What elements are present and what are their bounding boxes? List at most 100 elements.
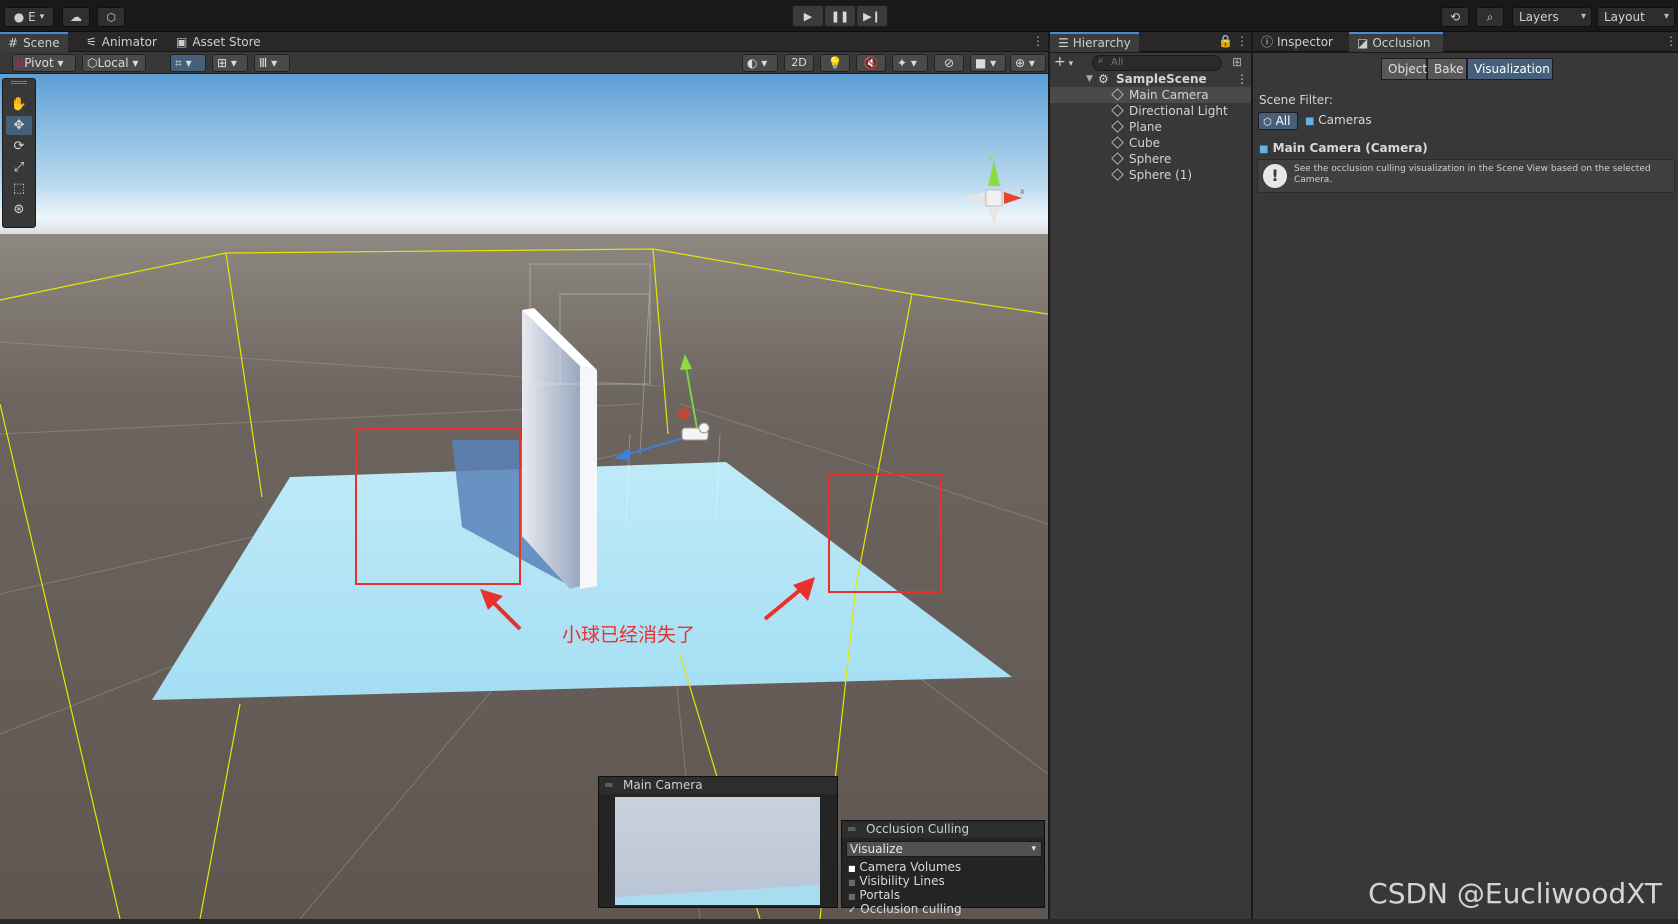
bottom-tabbar <box>0 919 1678 924</box>
transform-tool[interactable]: ⊛ <box>6 200 32 219</box>
more-options-icon[interactable]: ⋮ <box>1665 34 1677 48</box>
lightbulb-icon: 💡 <box>827 56 843 70</box>
more-options-icon[interactable]: ⋮ <box>1032 34 1044 48</box>
cube-outline-icon: ⬡ <box>1263 117 1272 128</box>
hierarchy-item-plane[interactable]: Plane <box>1050 119 1251 135</box>
scale-icon: ⤢ <box>13 160 25 175</box>
unity-scene-icon: ⚙ <box>1098 72 1109 86</box>
hierarchy-item-main-camera[interactable]: Main Camera <box>1050 87 1251 103</box>
tab-occlusion[interactable]: ◪ Occlusion <box>1349 32 1443 52</box>
tab-asset-store[interactable]: ▣ Asset Store <box>168 32 269 52</box>
gameobject-cube-icon <box>1111 88 1124 101</box>
option-visibility-lines[interactable]: ■ Visibility Lines <box>848 875 962 889</box>
cloud-icon: ☁ <box>70 10 82 24</box>
drag-handle-icon[interactable] <box>11 81 27 84</box>
mode-object-button[interactable]: Object <box>1381 58 1427 80</box>
toggle-2d-button[interactable]: 2D <box>784 54 814 72</box>
pivot-dropdown[interactable]: ⌷Pivot ▾ <box>12 54 76 72</box>
hand-icon: ✋ <box>10 97 28 112</box>
search-button[interactable]: ⌕ <box>1476 7 1504 27</box>
camera-preview-overlay[interactable]: Main Camera <box>598 776 838 908</box>
search-options-icon[interactable]: ⊞ <box>1232 55 1242 69</box>
collab-button[interactable]: ⬡ <box>97 7 125 27</box>
info-helpbox: ! See the occlusion culling visualizatio… <box>1257 159 1675 193</box>
tab-animator[interactable]: ⚟ Animator <box>78 32 165 52</box>
undo-history-button[interactable]: ⟲ <box>1441 7 1469 27</box>
transform-icon: ⊛ <box>13 202 25 217</box>
hierarchy-tabbar: ☰ Hierarchy 🔒 ⋮ <box>1050 32 1251 52</box>
shading-mode-dropdown[interactable]: ◐ ▾ <box>742 54 778 72</box>
camera-preview-image <box>615 797 820 905</box>
hierarchy-scene-row[interactable]: ▼ ⚙ SampleScene ⋮ <box>1050 71 1251 87</box>
visibility-toggle[interactable]: ⊘ <box>934 54 964 72</box>
more-options-icon[interactable]: ⋮ <box>1236 34 1248 48</box>
filter-cameras-button[interactable]: ■ Cameras <box>1305 112 1372 130</box>
mode-visualization-button[interactable]: Visualization <box>1467 58 1553 80</box>
toggle-off-icon: ■ <box>848 892 856 901</box>
info-text: See the occlusion culling visualization … <box>1294 164 1651 185</box>
gameobject-cube-icon <box>1111 136 1124 149</box>
layout-dropdown[interactable]: Layout <box>1597 7 1675 27</box>
hierarchy-item-cube[interactable]: Cube <box>1050 135 1251 151</box>
effects-dropdown[interactable]: ✦ ▾ <box>892 54 928 72</box>
rect-tool[interactable]: ⬚ <box>6 179 32 198</box>
audio-toggle[interactable]: 🔇 <box>856 54 886 72</box>
toggle-off-icon: ■ <box>848 878 856 887</box>
hierarchy-item-directional-light[interactable]: Directional Light <box>1050 103 1251 119</box>
account-dropdown[interactable]: ● E ▾ <box>4 7 54 27</box>
ruler-dropdown[interactable]: Ⅲ ▾ <box>254 54 290 72</box>
snap-increment-dropdown[interactable]: ⊞ ▾ <box>212 54 248 72</box>
panel-splitter[interactable] <box>1048 32 1050 919</box>
hierarchy-search-input[interactable]: ⌕ All <box>1092 55 1222 71</box>
layers-dropdown[interactable]: Layers <box>1512 7 1592 27</box>
lock-icon[interactable]: 🔒 <box>1218 34 1233 48</box>
step-button[interactable]: ▶❙ <box>856 5 888 27</box>
mute-icon: 🔇 <box>863 56 879 70</box>
lighting-toggle[interactable]: 💡 <box>820 54 850 72</box>
scene-canvas: x y <box>0 74 1048 919</box>
camera-heading: ■ Main Camera (Camera) <box>1259 141 1428 155</box>
create-button[interactable]: + ▾ <box>1054 54 1084 72</box>
rotate-tool[interactable]: ⟳ <box>6 137 32 156</box>
option-portals[interactable]: ■ Portals <box>848 889 962 903</box>
scene-more-icon[interactable]: ⋮ <box>1236 71 1248 87</box>
gameobject-cube-icon <box>1111 168 1124 181</box>
camera-settings-dropdown[interactable]: ■ ▾ <box>970 54 1006 72</box>
rect-icon: ⬚ <box>12 181 26 196</box>
cloud-button[interactable]: ☁ <box>62 7 90 27</box>
scale-tool[interactable]: ⤢ <box>6 158 32 177</box>
filter-all-button[interactable]: ⬡ All <box>1258 112 1298 130</box>
grid-snap-toggle[interactable]: ⌗ ▾ <box>170 54 206 72</box>
history-icon: ⟲ <box>1449 10 1461 24</box>
scene-view-toolbar: ⌷Pivot ▾ ⬡Local ▾ ⌗ ▾ ⊞ ▾ Ⅲ ▾ ◐ ▾ 2D 💡 🔇… <box>0 52 1048 74</box>
play-button[interactable]: ▶ <box>792 5 824 27</box>
hierarchy-item-sphere-1[interactable]: Sphere (1) <box>1050 167 1251 183</box>
option-camera-volumes[interactable]: ■ Camera Volumes <box>848 861 962 875</box>
panel-splitter[interactable] <box>1251 32 1253 919</box>
hierarchy-item-sphere[interactable]: Sphere <box>1050 151 1251 167</box>
watermark: CSDN @EucliwoodXT <box>1368 877 1662 910</box>
scene-viewport[interactable]: x y 小球已经消失了 Main Camera Occlusion Cullin… <box>0 74 1048 919</box>
toggle-on-icon: ■ <box>848 864 856 873</box>
scene-filter-label: Scene Filter: <box>1259 93 1333 107</box>
tab-inspector[interactable]: ⓘ Inspector <box>1253 32 1341 52</box>
search-icon: ⌕ <box>1486 9 1494 24</box>
hidden-eye-icon: ⊘ <box>943 56 955 70</box>
move-tool[interactable]: ✥ <box>6 116 32 135</box>
tab-hierarchy[interactable]: ☰ Hierarchy <box>1050 32 1139 52</box>
hand-tool[interactable]: ✋ <box>6 95 32 114</box>
mode-bake-button[interactable]: Bake <box>1427 58 1467 80</box>
pause-button[interactable]: ❚❚ <box>824 5 856 27</box>
local-cube-icon: ⬡ <box>87 56 98 70</box>
occlusion-culling-overlay[interactable]: Occlusion Culling Visualize ▾ ■ Camera V… <box>841 820 1045 916</box>
tab-scene[interactable]: # Scene <box>0 32 68 52</box>
gameobject-cube-icon <box>1111 104 1124 117</box>
chevron-down-icon: ▾ <box>1031 844 1036 854</box>
occlusion-mode-dropdown[interactable]: Visualize ▾ <box>846 841 1042 857</box>
gizmos-dropdown[interactable]: ⊕ ▾ <box>1010 54 1046 72</box>
camera-preview-title: Main Camera <box>599 777 837 794</box>
local-dropdown[interactable]: ⬡Local ▾ <box>82 54 146 72</box>
search-icon: ⌕ <box>1098 55 1104 66</box>
option-occlusion-culling[interactable]: ✓ Occlusion culling <box>848 903 962 917</box>
cube-object-front <box>580 366 597 589</box>
